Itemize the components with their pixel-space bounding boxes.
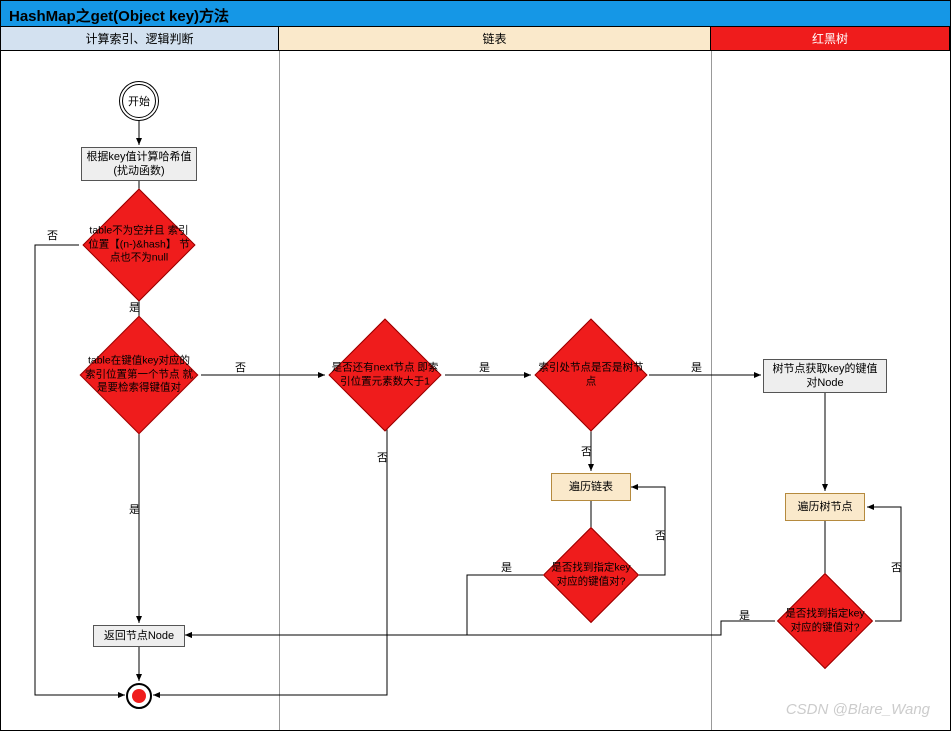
diagram-title: HashMap之get(Object key)方法 (1, 1, 950, 27)
process-iterate-list: 遍历链表 (551, 473, 631, 501)
watermark: CSDN @Blare_Wang (786, 701, 930, 718)
process-return-text: 返回节点Node (104, 629, 174, 643)
decision-found-tree: 是否找到指定key 对应的键值对? (777, 573, 873, 669)
process-iterate-tree: 遍历树节点 (785, 493, 865, 521)
decision-text: 是否找到指定key 对应的键值对? (545, 561, 637, 588)
edge-label-no: 否 (47, 227, 58, 243)
process-text: 遍历链表 (569, 480, 613, 494)
swimlane-diagram: HashMap之get(Object key)方法 计算索引、逻辑判断 链表 红… (0, 0, 951, 731)
decision-text: 索引处节点是否是树节点 (536, 361, 645, 388)
decision-found-list: 是否找到指定key 对应的键值对? (543, 527, 639, 623)
edge-label-yes: 是 (129, 299, 140, 315)
edge-label-no: 否 (581, 443, 592, 459)
edge-label-no: 否 (655, 527, 666, 543)
lane-separator (279, 51, 280, 730)
edge-label-no: 否 (235, 359, 246, 375)
diagram-body: 开始 根据key值计算哈希值 (扰动函数) table不为空并且 索引位置【(n… (1, 51, 950, 730)
process-text: 遍历树节点 (798, 500, 853, 514)
lane-header-3: 红黑树 (711, 27, 950, 50)
lane-separator (711, 51, 712, 730)
decision-text: table在键值key对应的 索引位置第一个节点 就是要检索得键值对 (82, 355, 197, 396)
decision-table-null: table不为空并且 索引位置【(n-)&hash】 节点也不为null (82, 188, 195, 301)
lane-headers: 计算索引、逻辑判断 链表 红黑树 (1, 27, 950, 51)
edge-label-no: 否 (891, 559, 902, 575)
decision-is-tree: 索引处节点是否是树节点 (534, 318, 647, 431)
process-return: 返回节点Node (93, 625, 185, 647)
process-hash: 根据key值计算哈希值 (扰动函数) (81, 147, 197, 181)
edge-label-yes: 是 (129, 501, 140, 517)
end-node (126, 683, 152, 709)
decision-first-node: table在键值key对应的 索引位置第一个节点 就是要检索得键值对 (80, 316, 199, 435)
edge-label-yes: 是 (479, 359, 490, 375)
edge-label-yes: 是 (691, 359, 702, 375)
process-tree-get: 树节点获取key的键值 对Node (763, 359, 887, 393)
edge-label-yes: 是 (739, 607, 750, 623)
decision-text: 是否还有next节点 即索引位置元素数大于1 (330, 361, 439, 388)
edge-label-yes: 是 (501, 559, 512, 575)
end-inner (132, 689, 146, 703)
edge-label-no: 否 (377, 449, 388, 465)
lane-header-1: 计算索引、逻辑判断 (1, 27, 279, 50)
start-node: 开始 (119, 81, 159, 121)
decision-has-next: 是否还有next节点 即索引位置元素数大于1 (328, 318, 441, 431)
process-hash-text: 根据key值计算哈希值 (扰动函数) (86, 150, 192, 179)
start-label: 开始 (128, 93, 150, 109)
decision-text: table不为空并且 索引位置【(n-)&hash】 节点也不为null (84, 225, 193, 266)
lane-header-2: 链表 (279, 27, 711, 50)
process-text: 树节点获取key的键值 对Node (768, 362, 882, 391)
decision-text: 是否找到指定key 对应的键值对? (779, 607, 871, 634)
